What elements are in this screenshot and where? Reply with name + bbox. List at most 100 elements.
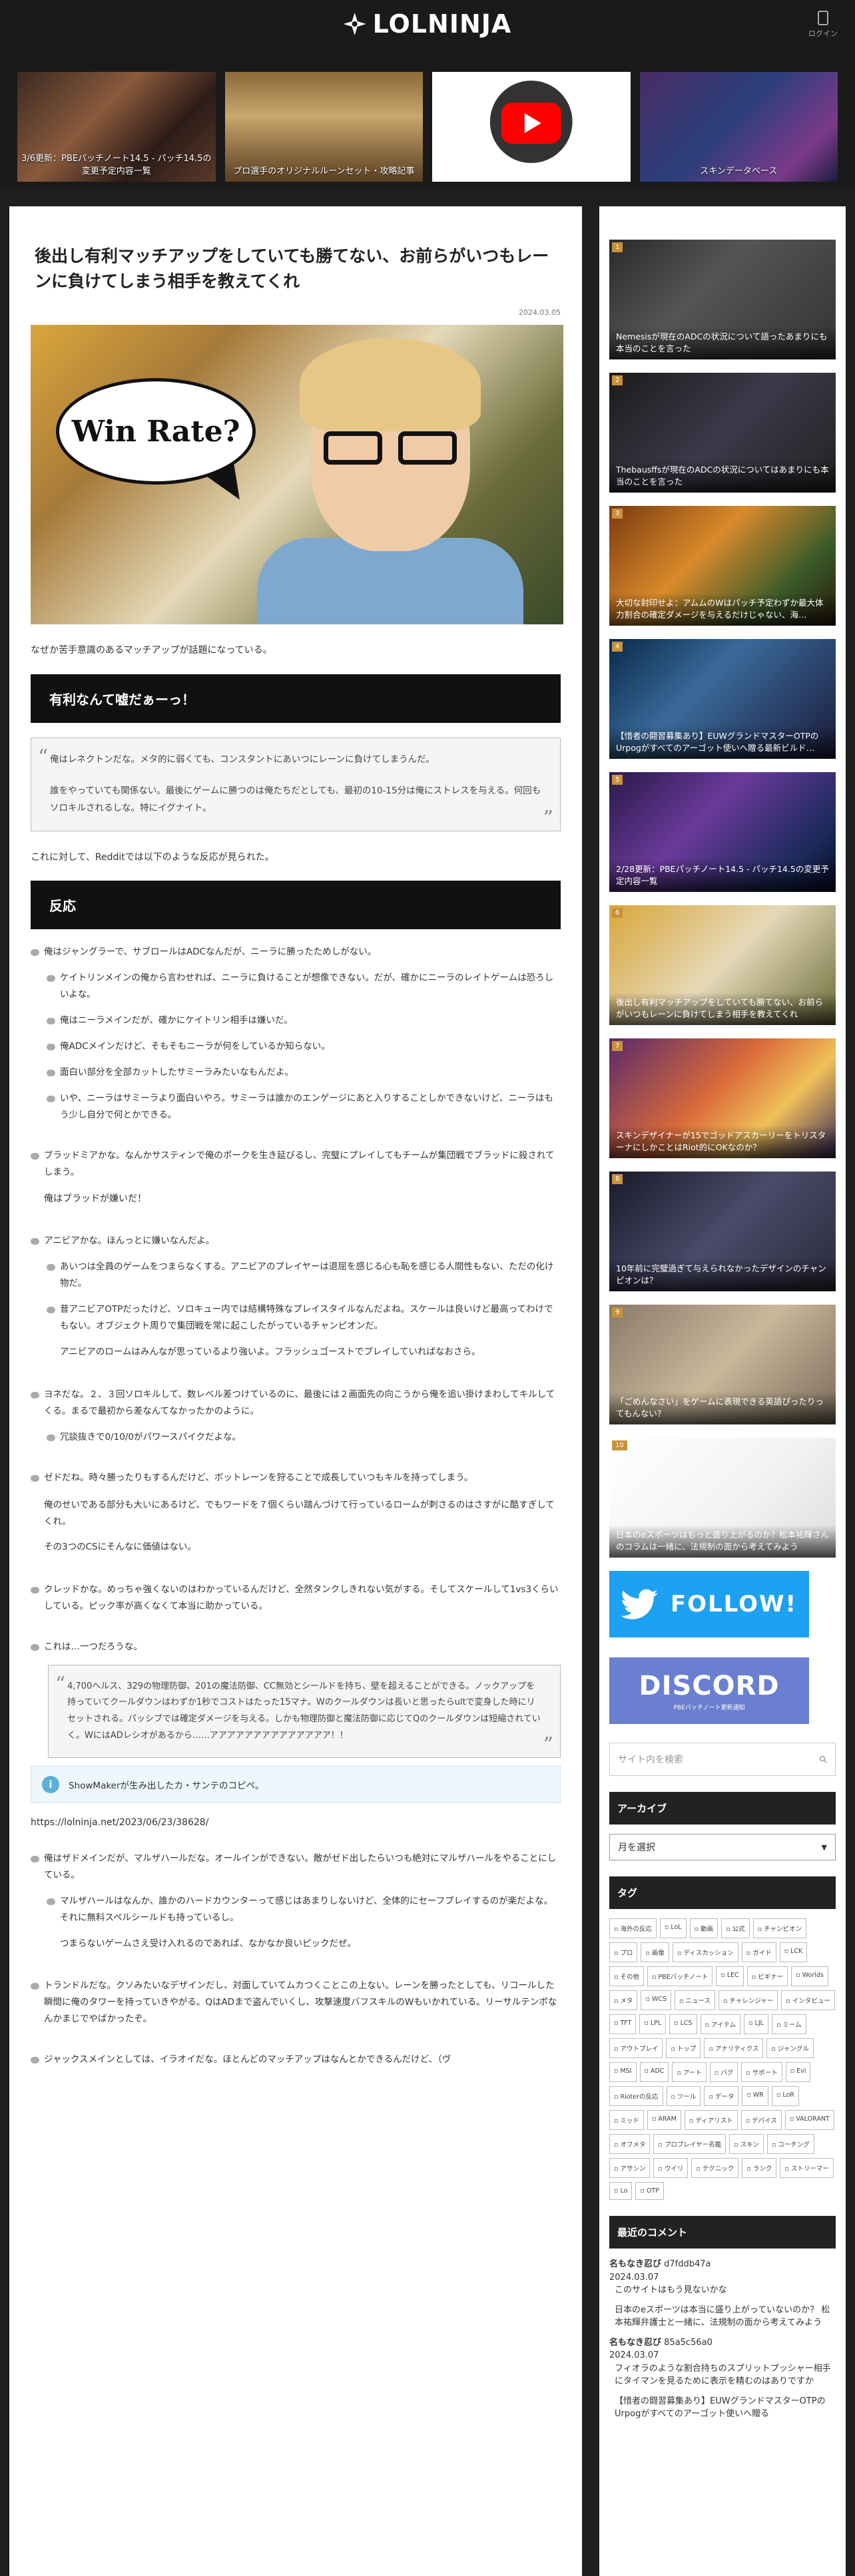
comment-author: 名もなき忍び d7fddb47a bbox=[609, 2258, 836, 2271]
banner-skins[interactable]: スキンデータベース bbox=[639, 72, 838, 182]
tag-link[interactable]: ▫ アイテム bbox=[700, 2014, 741, 2034]
tag-link[interactable]: ▫ Rioterの反応 bbox=[609, 2086, 663, 2106]
tag-link[interactable]: ▫ ディアリスト bbox=[684, 2110, 738, 2130]
tag-link[interactable]: ▫ 動画 bbox=[689, 1918, 718, 1938]
tag-link[interactable]: ▫ アート bbox=[672, 2062, 707, 2082]
tag-link[interactable]: ▫ デバイス bbox=[740, 2110, 782, 2130]
comment-continued: その3つのCSにそんなに価値はない。 bbox=[44, 1542, 196, 1553]
banner-patch-notes[interactable]: 3/6更新：PBEパッチノート14.5 - パッチ14.5の変更予定内容一覧 bbox=[17, 72, 216, 182]
ranking-item[interactable]: 3 大切な封印せよ：アムムのWはパッチ予定わずか最大体力割合の確定ダメージを与える… bbox=[609, 506, 836, 626]
tag-link[interactable]: ▫ OTP bbox=[635, 2182, 664, 2200]
tag-link[interactable]: ▫ データ bbox=[704, 2086, 739, 2106]
tag-link[interactable]: ▫ バグ bbox=[709, 2062, 738, 2082]
tag-link[interactable]: ▫ プロ bbox=[609, 1942, 638, 1962]
tag-link[interactable]: ▫ アサシン bbox=[609, 2158, 651, 2178]
comment-link[interactable]: 【惜者の闘習募集あり】EUWグランドマスターOTPのUrpogがすべてのアーゴッ… bbox=[609, 2395, 836, 2421]
reply-continued: つまらないゲームさえ受け入れるのであれば、なかなか良いピックだぜ。 bbox=[60, 1938, 356, 1949]
comment-continued: 俺のせいである部分も大いにあるけど、でもワードを７個くらい踏んづけて行っているロ… bbox=[44, 1499, 555, 1528]
tag-link[interactable]: ▫ MSI bbox=[609, 2062, 637, 2082]
tag-link[interactable]: ▫ Evi bbox=[785, 2062, 811, 2082]
tag-link[interactable]: ▫ ニュース bbox=[674, 1990, 715, 2010]
ranking-item[interactable]: 10 日本のeスポーツはもっと盛り上がるのか？松本祐輝さんのコラムは一緒に、法規制… bbox=[609, 1438, 836, 1558]
tag-link[interactable]: ▫ 画像 bbox=[641, 1942, 669, 1962]
comment-link[interactable]: フィオラのような割合持ちのスプリットプッシャー相手にタイマンを見るために表示を精… bbox=[609, 2362, 836, 2388]
tag-link[interactable]: ▫ オフメタ bbox=[609, 2134, 651, 2154]
comment-date: 2024.03.07 bbox=[609, 2272, 659, 2282]
tag-link[interactable]: ▫ ディスカッション bbox=[672, 1942, 738, 1962]
tag-link[interactable]: ▫ LCK bbox=[779, 1942, 808, 1962]
ranking-item[interactable]: 2 Thebausffsが現在のADCの状況についてはあまりにも本当のことを言った bbox=[609, 373, 836, 493]
tag-link[interactable]: ▫ LJL bbox=[744, 2014, 768, 2034]
tag-link[interactable]: ▫ LPL bbox=[639, 2014, 667, 2034]
tag-link[interactable]: ▫ アナリティクス bbox=[704, 2038, 764, 2058]
banner-youtube[interactable]: YouTubeチャンネル bbox=[432, 72, 631, 182]
ranking-item[interactable]: 9 「ごめんなさい」をゲームに表現できる英語ぴったりってもんない？ bbox=[609, 1305, 836, 1424]
archive-title: アーカイブ bbox=[609, 1792, 836, 1825]
tag-link[interactable]: ▫ 海外の反応 bbox=[609, 1918, 657, 1938]
tag-link[interactable]: ▫ Lo bbox=[609, 2182, 633, 2200]
tag-link[interactable]: ▫ ジャングル bbox=[766, 2038, 814, 2058]
tag-link[interactable]: ▫ ミーム bbox=[771, 2014, 806, 2034]
ranking-item[interactable]: 6 後出し有利マッチアップをしていても勝てない、お前らがいつもレーンに負けてしまう… bbox=[609, 905, 836, 1025]
tag-link[interactable]: ▫ チャンピオン bbox=[752, 1918, 806, 1938]
tag-link[interactable]: ▫ ランク bbox=[742, 2158, 777, 2178]
tag-link[interactable]: ▫ ミッド bbox=[609, 2110, 644, 2130]
tag-link[interactable]: ▫ WCS bbox=[641, 1990, 671, 2010]
banner-caption: プロ選手のオリジナルルーンセット・攻略記事 bbox=[233, 166, 415, 176]
tag-link[interactable]: ▫ アウトプレイ bbox=[609, 2038, 663, 2058]
tag-link[interactable]: ▫ プロプレイヤー名鑑 bbox=[653, 2134, 726, 2154]
ranking-item[interactable]: 8 10年前に完璧過ぎて与えられなかったデザインのチャンピオンは？ bbox=[609, 1172, 836, 1291]
comment-link[interactable]: 日本のeスポーツは本当に盛り上がっていないのか？ 松本祐輝弁護士と一緒に、法規制… bbox=[609, 2304, 836, 2330]
tag-link[interactable]: ▫ コーチング bbox=[766, 2134, 814, 2154]
tag-link[interactable]: ▫ ビギナー bbox=[746, 1966, 788, 1986]
tag-link[interactable]: ▫ LoR bbox=[771, 2086, 799, 2106]
comment-link[interactable]: このサイトはもう見ないかな bbox=[609, 2284, 836, 2297]
tag-link[interactable]: ▫ ADC bbox=[639, 2062, 669, 2082]
tag-link[interactable]: ▫ チャレンジャー bbox=[718, 1990, 778, 2010]
article-title: 後出し有利マッチアップをしていても勝てない、お前らがいつもレーンに負けてしまう相… bbox=[35, 246, 549, 291]
tag-link[interactable]: ▫ テクニック bbox=[691, 2158, 739, 2178]
author-id: 85a5c56a0 bbox=[661, 2337, 712, 2348]
tag-link[interactable]: ▫ LCS bbox=[669, 2014, 697, 2034]
tag-link[interactable]: ▫ ガイド bbox=[741, 1942, 776, 1962]
section-heading: 反応 bbox=[31, 881, 561, 930]
tag-link[interactable]: ▫ スキン bbox=[729, 2134, 764, 2154]
tag-link[interactable]: ▫ WR bbox=[742, 2086, 768, 2106]
featured-banners: 3/6更新：PBEパッチノート14.5 - パッチ14.5の変更予定内容一覧 プ… bbox=[0, 56, 855, 189]
site-logo[interactable]: LOLNINJA bbox=[343, 9, 512, 39]
archive-select[interactable]: 月を選択 ▼ bbox=[609, 1834, 836, 1860]
tag-link[interactable]: ▫ ツール bbox=[666, 2086, 701, 2106]
source-link[interactable]: https://lolninja.net/2023/06/23/38628/ bbox=[31, 1814, 561, 1832]
login-button[interactable]: ログイン bbox=[808, 11, 838, 39]
tag-link[interactable]: ▫ LoL bbox=[659, 1918, 687, 1938]
tag-link[interactable]: ▫ ストリーマー bbox=[780, 2158, 834, 2178]
tag-link[interactable]: ▫ 公式 bbox=[721, 1918, 750, 1938]
banner-caption: YouTubeチャンネル bbox=[492, 166, 571, 176]
blockquote: “ 4,700ヘルス、329の物理防御、201の魔法防御、CC無効とシールドを持… bbox=[48, 1664, 561, 1759]
tag-link[interactable]: ▫ VALORANT bbox=[784, 2110, 834, 2130]
reply: 冗談抜きで0/10/0がパワースパイクだよな。 bbox=[47, 1429, 561, 1446]
ranking-item[interactable]: 7 スキンデザイナーが15でゴッドアスカーリーをトリスターナにしかことはRiot的… bbox=[609, 1038, 836, 1158]
tag-link[interactable]: ▫ PBEパッチノート bbox=[647, 1966, 713, 1986]
discord-button[interactable]: DISCORD PBEパッチノート更新通知 bbox=[609, 1657, 809, 1724]
tag-link[interactable]: ▫ メタ bbox=[609, 1990, 638, 2010]
tag-link[interactable]: ▫ ARAM bbox=[647, 2110, 681, 2130]
ranking-caption: Nemesisが現在のADCの状況について語ったあまりにも本当のことを言った bbox=[609, 326, 836, 359]
tag-link[interactable]: ▫ TFT bbox=[609, 2014, 637, 2034]
author-id: d7fddb47a bbox=[661, 2259, 711, 2269]
ranking-item[interactable]: 4 【惜者の闘習募集あり】EUWグランドマスターOTPのUrpogがすべてのアーゴ… bbox=[609, 639, 836, 759]
ranking-item[interactable]: 1 Nemesisが現在のADCの状況について語ったあまりにも本当のことを言った bbox=[609, 240, 836, 359]
tag-link[interactable]: ▫ サポート bbox=[741, 2062, 782, 2082]
tag-link[interactable]: ▫ トップ bbox=[666, 2038, 701, 2058]
comment-author: 名もなき忍び 85a5c56a0 bbox=[609, 2336, 836, 2350]
tag-link[interactable]: ▫ インタビュー bbox=[781, 1990, 835, 2010]
ranking-caption: 【惜者の闘習募集あり】EUWグランドマスターOTPのUrpogがすべてのアーゴッ… bbox=[609, 726, 836, 759]
tag-link[interactable]: ▫ ウイリ bbox=[653, 2158, 689, 2178]
banner-pro-runes[interactable]: プロ選手のオリジナルルーンセット・攻略記事 bbox=[224, 72, 423, 182]
tag-link[interactable]: ▫ LEC bbox=[716, 1966, 744, 1986]
tag-link[interactable]: ▫ その他 bbox=[609, 1966, 644, 1986]
twitter-follow-button[interactable]: FOLLOW! bbox=[609, 1571, 809, 1637]
site-search-input[interactable]: サイト内を検索 bbox=[609, 1743, 836, 1776]
tag-link[interactable]: ▫ Worlds bbox=[791, 1966, 828, 1986]
ranking-item[interactable]: 5 2/28更新：PBEパッチノート14.5 - パッチ14.5の変更予定内容一覧 bbox=[609, 772, 836, 892]
